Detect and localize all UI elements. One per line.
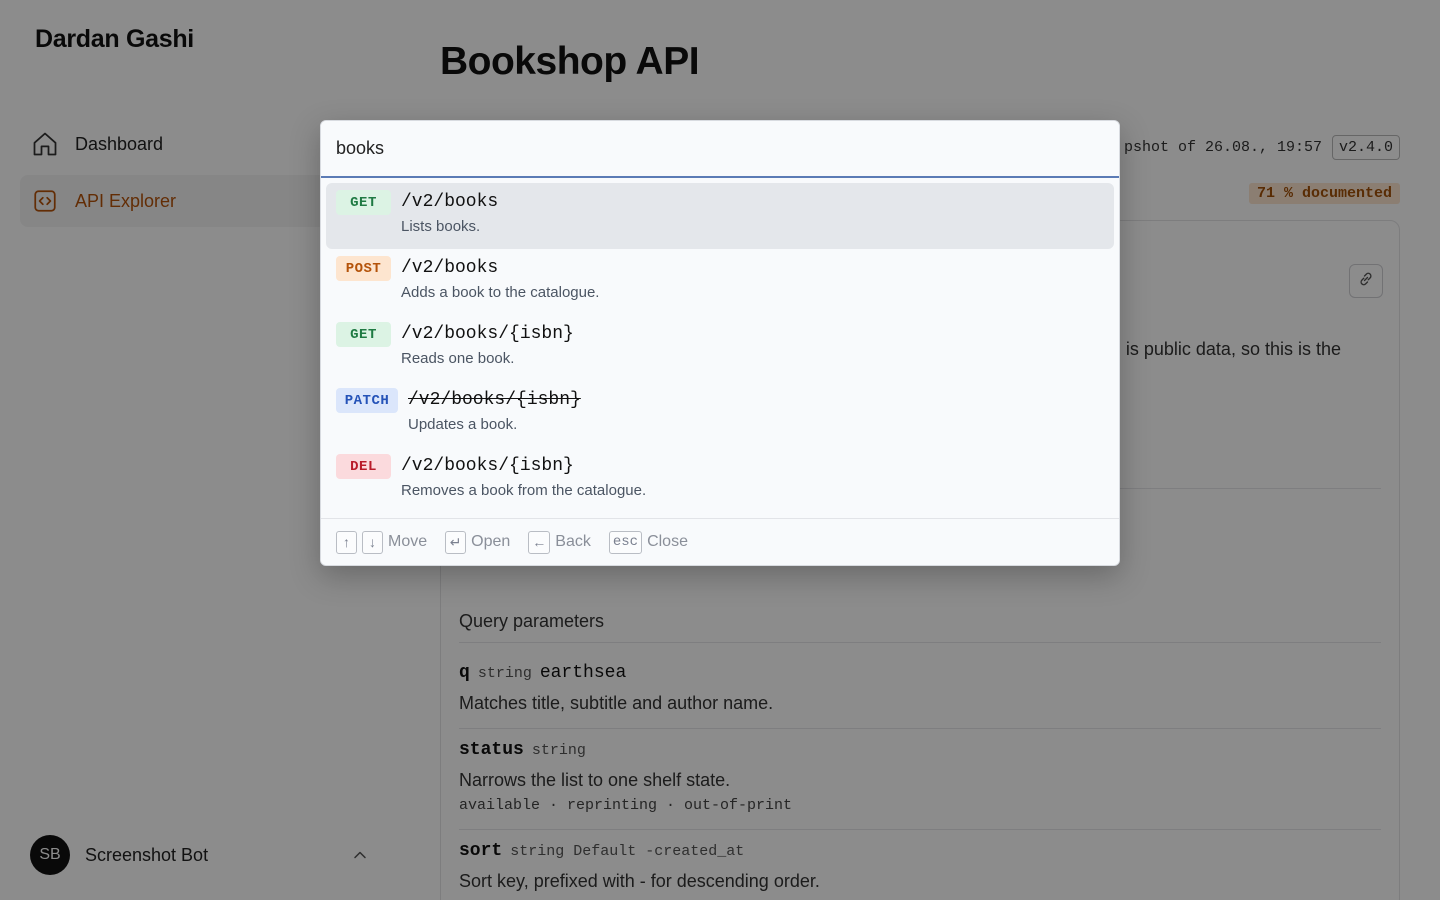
hint-label: Close [647, 533, 688, 550]
enter-key: ↵ [445, 530, 467, 554]
method-badge-get: GET [336, 322, 391, 347]
result-path: /v2/books/{isbn} [408, 390, 581, 410]
hint-close: esc Close [608, 530, 688, 554]
arrow-up-key: ↑ [336, 530, 357, 554]
palette-search-input[interactable] [336, 138, 1076, 159]
palette-footer: ↑ ↓ Move ↵ Open ← Back esc Close [321, 518, 1119, 565]
arrow-left-key: ← [528, 530, 551, 554]
result-path: /v2/books/{isbn} [401, 456, 574, 476]
hint-move: ↑ ↓ Move [336, 530, 428, 554]
palette-result[interactable]: POST /v2/books Adds a book to the catalo… [326, 249, 1114, 315]
result-description: Updates a book. [408, 416, 518, 433]
hint-open: ↵ Open [445, 530, 511, 554]
palette-result-deprecated[interactable]: PATCH /v2/books/{isbn} Updates a book. [326, 381, 1114, 447]
method-badge-del: DEL [336, 454, 391, 479]
command-palette: GET /v2/books Lists books. POST /v2/book… [320, 120, 1120, 566]
result-path: /v2/books [401, 192, 499, 212]
method-badge-patch: PATCH [336, 388, 398, 413]
palette-results: GET /v2/books Lists books. POST /v2/book… [321, 178, 1119, 513]
arrow-down-key: ↓ [362, 530, 383, 554]
hint-label: Back [555, 533, 591, 550]
palette-result[interactable]: GET /v2/books/{isbn} Reads one book. [326, 315, 1114, 381]
hint-label: Open [471, 533, 511, 550]
palette-search-bar [321, 121, 1119, 178]
palette-result[interactable]: DEL /v2/books/{isbn} Removes a book from… [326, 447, 1114, 513]
method-badge-get: GET [336, 190, 391, 215]
result-path: /v2/books [401, 258, 499, 278]
result-description: Removes a book from the catalogue. [401, 482, 647, 499]
palette-result[interactable]: GET /v2/books Lists books. [326, 183, 1114, 249]
result-description: Lists books. [401, 218, 481, 235]
hint-label: Move [388, 533, 428, 550]
esc-key: esc [608, 530, 643, 554]
hint-back: ← Back [528, 530, 591, 554]
result-description: Reads one book. [401, 350, 515, 367]
result-path: /v2/books/{isbn} [401, 324, 574, 344]
method-badge-post: POST [336, 256, 391, 281]
result-description: Adds a book to the catalogue. [401, 284, 600, 301]
